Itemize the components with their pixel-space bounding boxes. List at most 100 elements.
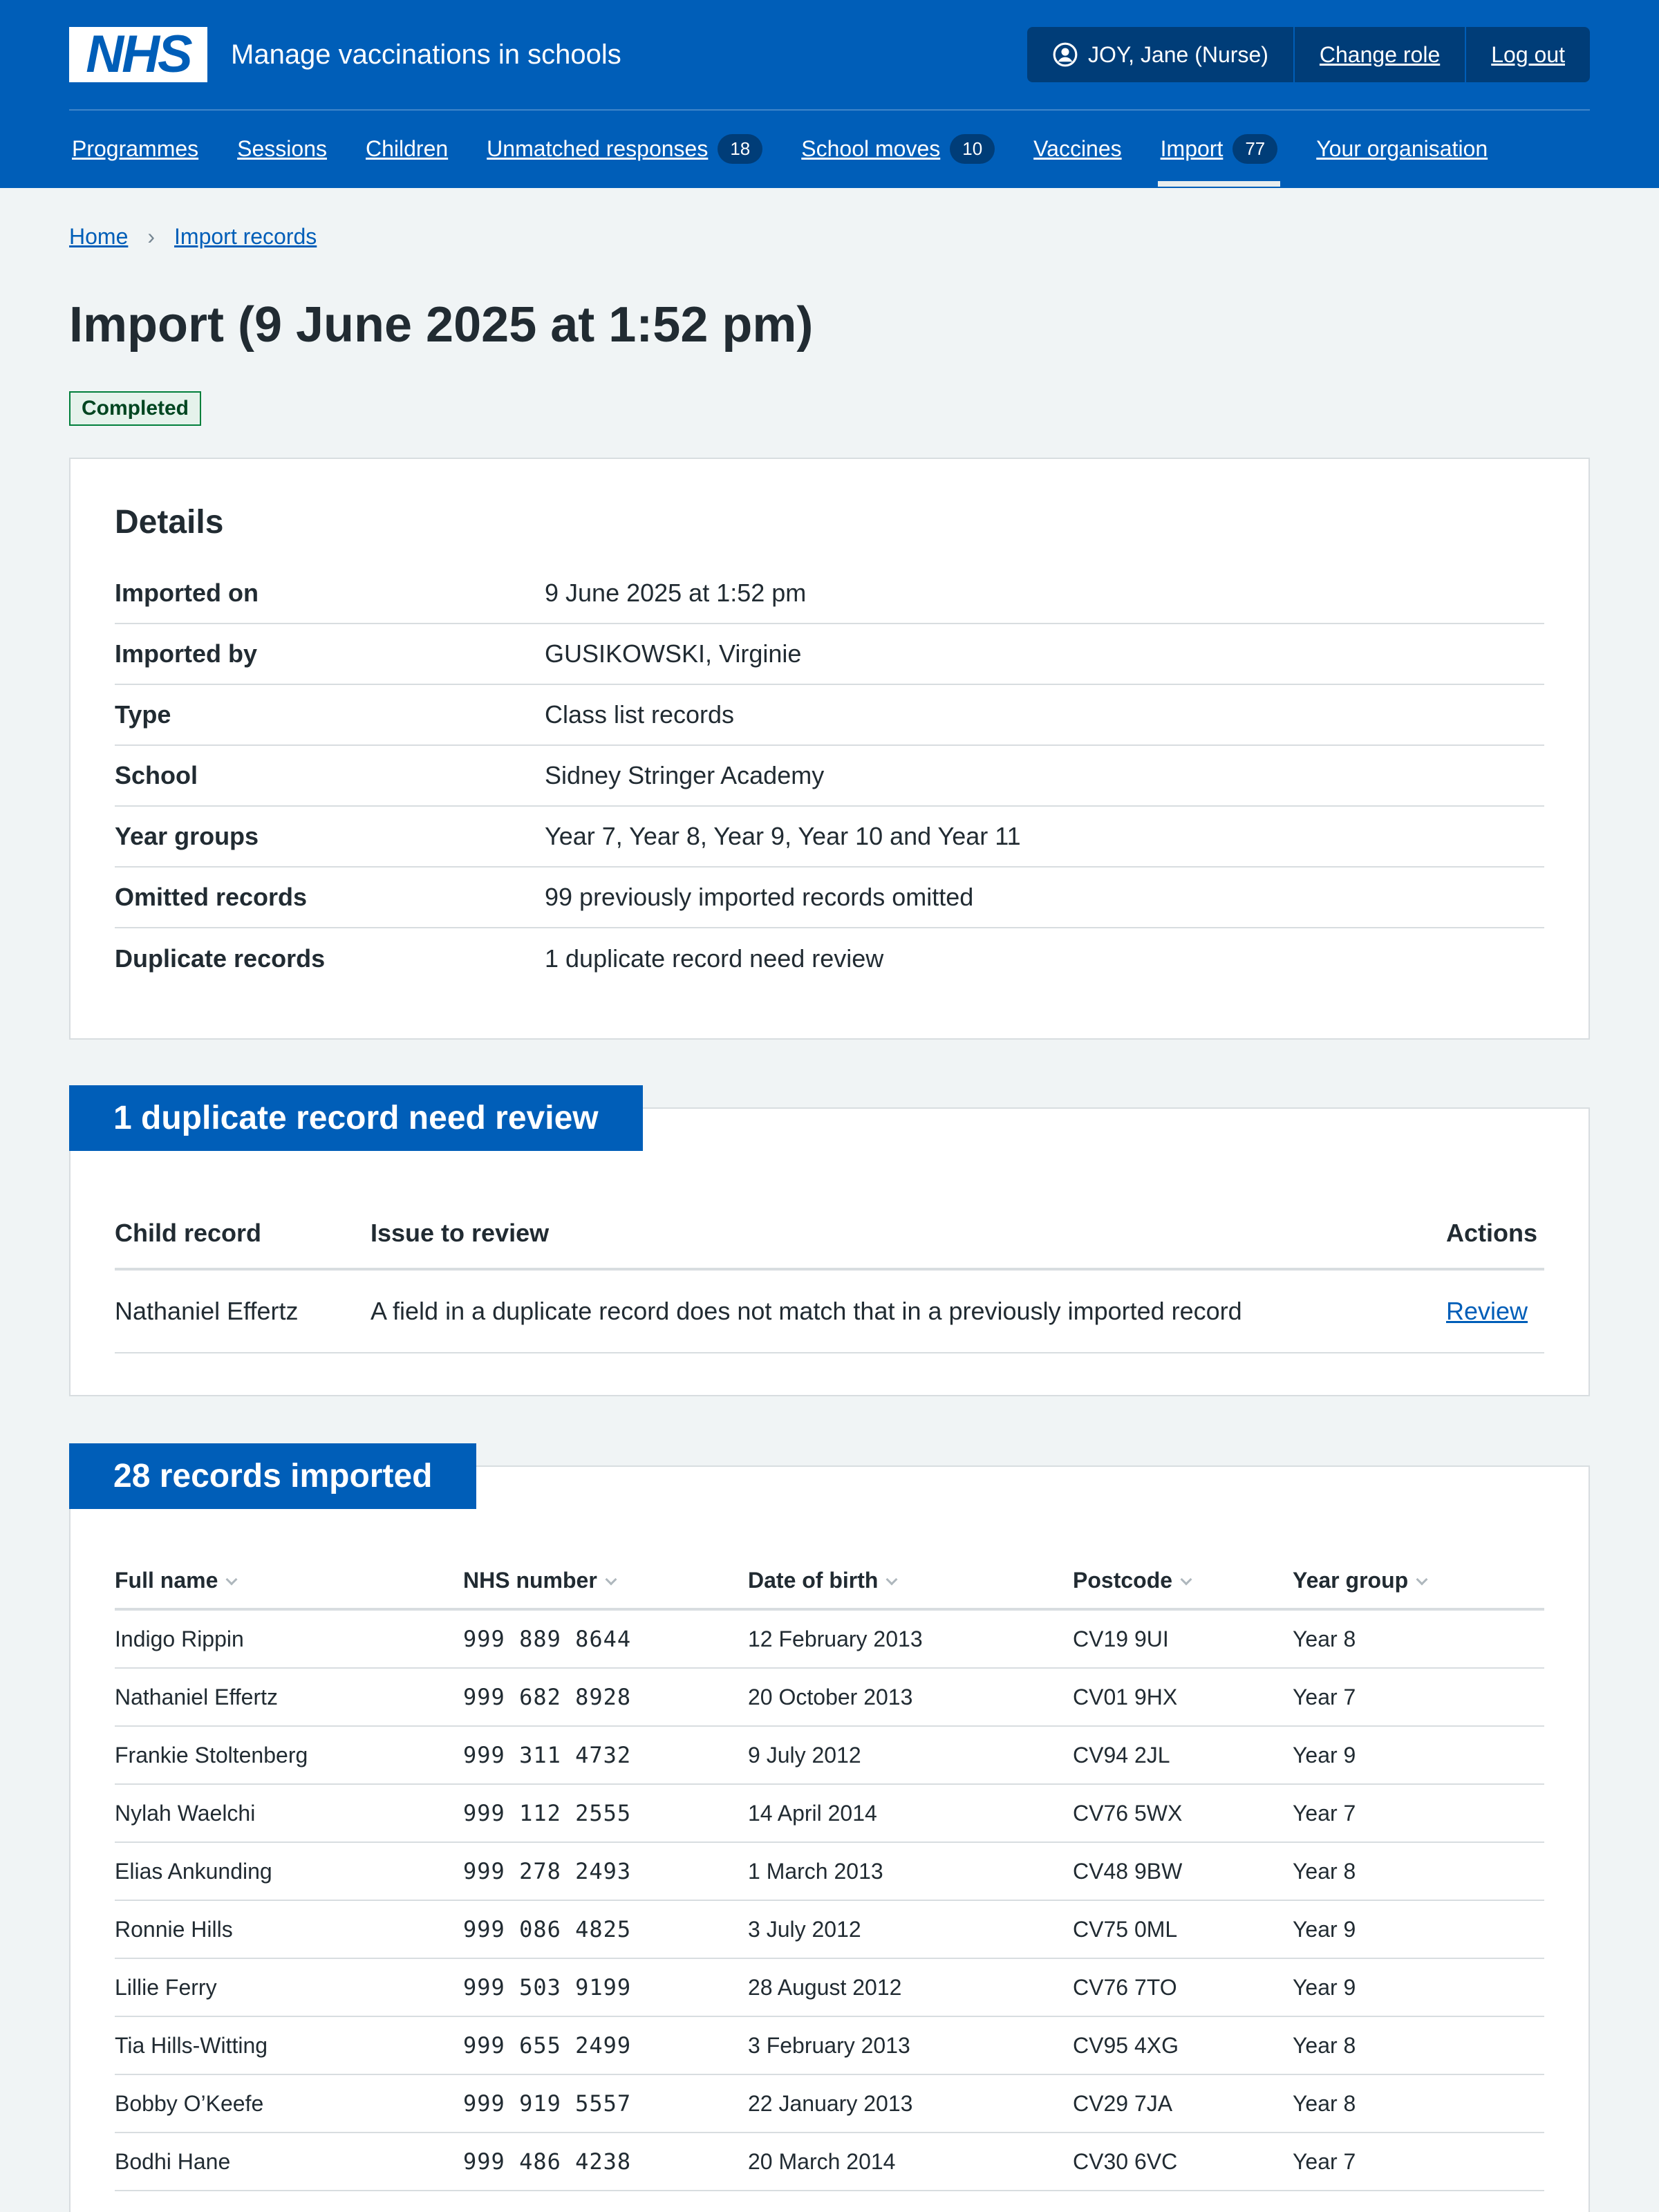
full-name-cell: Nylah Waelchi — [115, 1800, 256, 1826]
site-header: NHS Manage vaccinations in schools JOY, … — [0, 0, 1659, 188]
column-header-label: Date of birth — [748, 1567, 879, 1593]
details-value: Year 7, Year 8, Year 9, Year 10 and Year… — [545, 822, 1021, 851]
header-top-row: NHS Manage vaccinations in schools JOY, … — [69, 0, 1590, 111]
child-record-name: Nathaniel Effertz — [115, 1297, 299, 1326]
date-of-birth-cell: 1 March 2013 — [748, 1858, 883, 1884]
postcode-cell: CV94 2JL — [1073, 1742, 1170, 1768]
count-badge: 77 — [1232, 133, 1278, 164]
nav-link-import[interactable]: Import — [1161, 136, 1224, 162]
chevron-right-icon: › — [147, 224, 156, 249]
chevron-down-icon — [225, 1573, 238, 1586]
column-header-label: Postcode — [1073, 1567, 1173, 1593]
date-of-birth-cell: 20 October 2013 — [748, 1684, 913, 1709]
details-value: 9 June 2025 at 1:52 pm — [545, 579, 807, 608]
column-header-label: Year group — [1293, 1567, 1409, 1593]
chevron-down-icon — [605, 1573, 617, 1586]
table-row: Bodhi Hane 999 486 4238 20 March 2014 CV30 … — [115, 2133, 1544, 2192]
postcode-cell: CV76 5WX — [1073, 1800, 1183, 1826]
nhs-number-cell: 999 889 8644 — [463, 1626, 632, 1653]
year-group-cell: Year 9 — [1293, 1742, 1356, 1768]
nav-item-your-organisation: Your organisation — [1316, 111, 1488, 187]
details-value: 1 duplicate record need review — [545, 944, 884, 973]
chevron-down-icon — [1180, 1573, 1192, 1586]
details-value: GUSIKOWSKI, Virginie — [545, 639, 802, 668]
records-table-header: Full name NHS number Date of birth Postc… — [115, 1553, 1544, 1611]
service-name[interactable]: Manage vaccinations in schools — [231, 39, 621, 71]
table-row: Nathaniel Effertz 999 682 8928 20 October … — [115, 1669, 1544, 1727]
postcode-cell: CV75 0ML — [1073, 1916, 1178, 1942]
table-row: Indigo Rippin 999 889 8644 12 February 201… — [115, 1611, 1544, 1669]
nhs-number-cell: 999 112 2555 — [463, 1800, 632, 1827]
nhs-logo[interactable]: NHS — [69, 27, 207, 82]
nav-item-school-moves: School moves 10 — [801, 111, 995, 187]
nav-item-vaccines: Vaccines — [1033, 111, 1121, 187]
column-header-child-record: Child record — [115, 1219, 262, 1248]
postcode-cell: CV19 9UI — [1073, 1626, 1169, 1651]
nav-link-vaccines[interactable]: Vaccines — [1033, 136, 1121, 162]
details-card: Details Imported on 9 June 2025 at 1:52 p… — [69, 458, 1590, 1040]
details-value: Class list records — [545, 700, 735, 729]
nhs-number-cell: 999 086 4825 — [463, 1916, 632, 1943]
log-out-link[interactable]: Log out — [1491, 42, 1565, 68]
nhs-number-cell: 999 919 5557 — [463, 2090, 632, 2117]
table-row: Lillie Ferry 999 503 9199 28 August 2012 CV… — [115, 1959, 1544, 2018]
review-link[interactable]: Review — [1446, 1297, 1528, 1325]
primary-nav: Programmes Sessions Children Unmatched r… — [69, 111, 1590, 187]
change-role-item: Change role — [1293, 27, 1465, 82]
sort-header-full-name[interactable]: Full name — [115, 1568, 463, 1593]
postcode-cell: CV76 7TO — [1073, 1974, 1177, 2000]
nav-link-unmatched-responses[interactable]: Unmatched responses — [487, 136, 708, 162]
year-group-cell: Year 8 — [1293, 1626, 1356, 1651]
year-group-cell: Year 7 — [1293, 2148, 1356, 2174]
postcode-cell: CV29 7JA — [1073, 2090, 1173, 2116]
table-row: Frankie Stoltenberg 999 311 4732 9 July 20… — [115, 1727, 1544, 1785]
header-container: NHS Manage vaccinations in schools JOY, … — [69, 0, 1590, 188]
change-role-link[interactable]: Change role — [1320, 42, 1440, 68]
full-name-cell: Lillie Ferry — [115, 1974, 217, 2000]
nav-link-children[interactable]: Children — [366, 136, 448, 162]
breadcrumb-import-records[interactable]: Import records — [174, 224, 317, 250]
status-tag: Completed — [69, 391, 202, 427]
chevron-down-icon — [1416, 1573, 1428, 1586]
full-name-cell: Ronnie Hills — [115, 1916, 233, 1942]
table-row: Bobby O’Keefe 999 919 5557 22 January 2013… — [115, 2075, 1544, 2134]
postcode-cell: CV30 6VC — [1073, 2148, 1178, 2174]
breadcrumb-home[interactable]: Home — [69, 224, 128, 250]
nhs-number-cell: 999 278 2493 — [463, 1858, 632, 1885]
sort-header-postcode[interactable]: Postcode — [1073, 1568, 1293, 1593]
nav-item-children: Children — [366, 111, 448, 187]
table-row: Nathaniel Effertz A field in a duplicate… — [115, 1271, 1544, 1354]
sort-header-nhs-number[interactable]: NHS number — [463, 1568, 748, 1593]
records-table-body: Indigo Rippin 999 889 8644 12 February 201… — [115, 1611, 1544, 2192]
duplicates-heading: 1 duplicate record need review — [69, 1085, 643, 1152]
details-row: Imported on 9 June 2025 at 1:52 pm — [115, 563, 1544, 625]
count-badge: 10 — [950, 133, 995, 164]
duplicates-table-header: Child record Issue to review Actions — [115, 1199, 1544, 1271]
sort-header-date-of-birth[interactable]: Date of birth — [748, 1568, 1073, 1593]
details-row: Type Class list records — [115, 685, 1544, 747]
nav-link-sessions[interactable]: Sessions — [237, 136, 327, 162]
date-of-birth-cell: 3 July 2012 — [748, 1916, 861, 1942]
nhs-number-cell: 999 682 8928 — [463, 1684, 632, 1711]
column-header-actions: Actions — [1446, 1219, 1538, 1248]
brand[interactable]: NHS Manage vaccinations in schools — [69, 27, 621, 82]
details-title: Details — [115, 504, 224, 541]
nav-link-your-organisation[interactable]: Your organisation — [1316, 136, 1488, 162]
nav-link-school-moves[interactable]: School moves — [801, 136, 940, 162]
details-key: Duplicate records — [115, 944, 326, 973]
nhs-number-cell: 999 503 9199 — [463, 1974, 632, 2001]
date-of-birth-cell: 3 February 2013 — [748, 2032, 910, 2058]
date-of-birth-cell: 20 March 2014 — [748, 2148, 896, 2174]
nav-link-programmes[interactable]: Programmes — [72, 136, 198, 162]
sort-header-year-group[interactable]: Year group — [1293, 1568, 1544, 1593]
year-group-cell: Year 7 — [1293, 1800, 1356, 1826]
details-row: Year groups Year 7, Year 8, Year 9, Year … — [115, 807, 1544, 868]
year-group-cell: Year 8 — [1293, 1858, 1356, 1884]
year-group-cell: Year 9 — [1293, 1916, 1356, 1942]
date-of-birth-cell: 28 August 2012 — [748, 1974, 902, 2000]
column-header-label: NHS number — [463, 1567, 597, 1593]
date-of-birth-cell: 14 April 2014 — [748, 1800, 877, 1826]
postcode-cell: CV01 9HX — [1073, 1684, 1178, 1709]
column-header-label: Full name — [115, 1567, 218, 1593]
year-group-cell: Year 9 — [1293, 1974, 1356, 2000]
